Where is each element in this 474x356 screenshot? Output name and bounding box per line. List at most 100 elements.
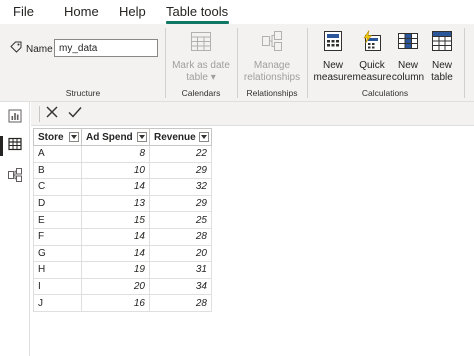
cell-revenue[interactable]: 20: [149, 244, 212, 263]
data-view-icon: [8, 137, 22, 156]
ribbon-divider: [237, 28, 238, 98]
check-icon: [68, 105, 82, 123]
cell-store[interactable]: C: [33, 178, 82, 196]
group-label-calendars: Calendars: [181, 88, 221, 98]
cell-revenue[interactable]: 29: [149, 161, 212, 180]
cancel-formula-button[interactable]: [43, 105, 61, 123]
new-column-button[interactable]: New column: [390, 30, 426, 84]
cell-revenue[interactable]: 25: [149, 211, 212, 229]
mark-as-date-table-label-line2: table ▾: [186, 72, 216, 83]
cell-store[interactable]: F: [33, 227, 82, 246]
new-table-button[interactable]: New table: [426, 30, 458, 84]
cell-ad-spend[interactable]: 13: [81, 194, 150, 213]
table-row: I 20 34: [33, 277, 212, 296]
cell-store[interactable]: J: [33, 294, 82, 312]
manage-relationships-label-line1: Manage: [253, 60, 291, 71]
cell-store[interactable]: I: [33, 277, 82, 296]
column-filter-button[interactable]: [137, 132, 147, 142]
group-label-structure: Structure: [65, 88, 101, 98]
cell-ad-spend[interactable]: 19: [81, 261, 150, 279]
ribbon-divider: [165, 28, 166, 98]
menu-bar: File Home Help Table tools: [0, 0, 474, 24]
column-header-label: Store: [38, 131, 64, 143]
column-header-revenue[interactable]: Revenue: [149, 128, 212, 146]
cell-ad-spend[interactable]: 14: [81, 227, 150, 246]
cell-ad-spend[interactable]: 16: [81, 294, 150, 312]
column-header-label: Revenue: [154, 131, 196, 143]
model-view-button[interactable]: [0, 164, 30, 190]
cell-revenue[interactable]: 28: [149, 227, 212, 246]
group-label-calculations: Calculations: [361, 88, 409, 98]
cell-store[interactable]: A: [33, 145, 82, 163]
relationships-icon: [242, 30, 302, 57]
cell-ad-spend[interactable]: 14: [81, 244, 150, 263]
new-measure-button[interactable]: New measure: [312, 30, 354, 84]
cell-revenue[interactable]: 32: [149, 178, 212, 196]
name-label-row: Name: [10, 40, 53, 58]
column-header-label: Ad Spend: [86, 131, 133, 143]
table-name-input[interactable]: [54, 39, 158, 57]
manage-relationships-button[interactable]: Manage relationships: [242, 30, 302, 84]
quick-measure-icon: [352, 30, 392, 57]
cell-revenue[interactable]: 22: [149, 145, 212, 163]
report-view-button[interactable]: [0, 105, 30, 131]
cell-revenue[interactable]: 29: [149, 194, 212, 213]
quick-measure-label-line2: measure: [352, 72, 392, 83]
close-icon: [46, 105, 58, 123]
calendar-icon: [170, 30, 232, 57]
cell-ad-spend[interactable]: 10: [81, 161, 150, 180]
cell-ad-spend[interactable]: 14: [81, 178, 150, 196]
tab-home[interactable]: Home: [64, 4, 99, 19]
new-measure-label-line1: New: [322, 60, 343, 71]
cell-revenue[interactable]: 31: [149, 261, 212, 279]
cell-ad-spend[interactable]: 8: [81, 145, 150, 163]
data-view-button[interactable]: [0, 133, 30, 159]
new-measure-label-line2: measure: [313, 72, 353, 83]
new-table-label-line2: table: [431, 72, 453, 83]
mark-as-date-table-label-line1: Mark as date: [172, 60, 230, 71]
cell-store[interactable]: D: [33, 194, 82, 213]
column-header-ad-spend[interactable]: Ad Spend: [81, 128, 150, 146]
table-row: B 10 29: [33, 161, 212, 180]
column-filter-button[interactable]: [199, 132, 209, 142]
manage-relationships-label-line2: relationships: [243, 72, 301, 83]
table-row: J 16 28: [33, 294, 212, 312]
ribbon-divider: [307, 28, 308, 98]
cell-store[interactable]: H: [33, 261, 82, 279]
cell-store[interactable]: B: [33, 161, 82, 180]
table-row: E 15 25: [33, 211, 212, 229]
tab-file[interactable]: File: [13, 4, 34, 19]
cell-ad-spend[interactable]: 15: [81, 211, 150, 229]
quick-measure-label-line1: Quick: [359, 60, 385, 71]
cell-store[interactable]: E: [33, 211, 82, 229]
new-column-icon: [390, 30, 426, 57]
group-label-relationships: Relationships: [246, 88, 298, 98]
model-view-icon: [8, 167, 22, 187]
calculator-icon: [312, 30, 354, 57]
data-table: Store Ad Spend Revenue A 8 22 B 10 29 C 14 32 …: [33, 128, 212, 312]
new-column-label-line1: New: [397, 60, 418, 71]
column-filter-button[interactable]: [69, 132, 79, 142]
cell-store[interactable]: G: [33, 244, 82, 263]
formula-bar: [31, 102, 474, 126]
table-header-row: Store Ad Spend Revenue: [33, 128, 212, 146]
tab-help[interactable]: Help: [119, 4, 146, 19]
column-header-store[interactable]: Store: [33, 128, 82, 146]
tab-table-tools[interactable]: Table tools: [166, 4, 228, 19]
commit-formula-button[interactable]: [66, 105, 84, 123]
mark-as-date-table-button[interactable]: Mark as date table ▾: [170, 30, 232, 84]
table-row: D 13 29: [33, 194, 212, 213]
formula-bar-divider: [39, 106, 40, 122]
view-rail: [0, 102, 30, 356]
new-column-label-line2: column: [391, 72, 425, 83]
name-label: Name: [26, 43, 53, 55]
tag-icon: [10, 40, 22, 58]
cell-revenue[interactable]: 34: [149, 277, 212, 296]
table-row: F 14 28: [33, 227, 212, 246]
data-grid-area: Store Ad Spend Revenue A 8 22 B 10 29 C 14 32 …: [31, 126, 474, 356]
cell-ad-spend[interactable]: 20: [81, 277, 150, 296]
ribbon: Name Structure Mark as date table ▾ Cale…: [0, 24, 474, 102]
cell-revenue[interactable]: 28: [149, 294, 212, 312]
report-view-icon: [8, 109, 22, 128]
quick-measure-button[interactable]: Quick measure: [352, 30, 392, 84]
